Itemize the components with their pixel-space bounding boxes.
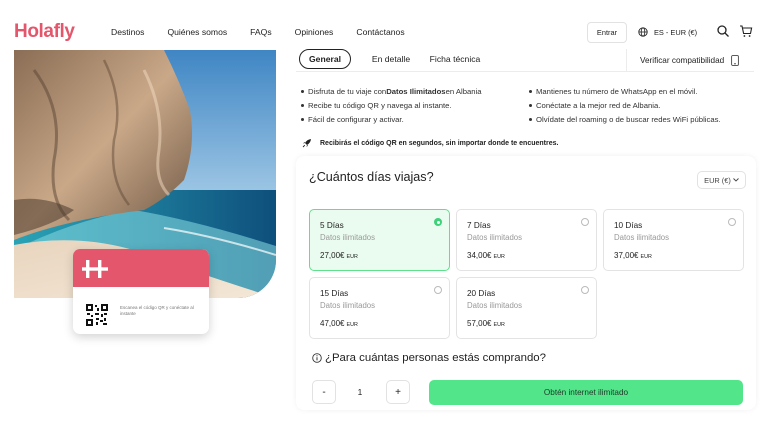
plan-title: 5 Días (320, 221, 344, 230)
plan-subtitle: Datos ilimitados (614, 233, 670, 242)
plan-price-currency: EUR (346, 254, 358, 260)
days-question: ¿Cuántos días viajas? (309, 170, 434, 184)
nav-quienes-somos[interactable]: Quiénes somos (167, 27, 227, 37)
esim-card-header (73, 249, 209, 287)
plan-radio[interactable] (434, 286, 442, 294)
feature-list-left: Disfruta de tu viaje con Datos Ilimitado… (301, 84, 482, 126)
plan-price-value: 37,00€ (614, 251, 639, 260)
plan-subtitle: Datos ilimitados (320, 301, 376, 310)
nav-destinos[interactable]: Destinos (111, 27, 144, 37)
people-question-text: ¿Para cuántas personas estás comprando? (325, 352, 546, 364)
cart-icon[interactable] (739, 24, 753, 38)
quantity-decrease-button[interactable]: - (312, 380, 336, 404)
verify-compatibility-label: Verificar compatibilidad (640, 55, 725, 65)
main-nav: Destinos Quiénes somos FAQs Opiniones Co… (111, 27, 428, 37)
search-icon[interactable] (716, 24, 730, 38)
language-currency-selector[interactable]: ES - EUR (€) (638, 27, 697, 37)
plan-price-currency: EUR (493, 254, 505, 260)
plan-price-value: 27,00€ (320, 251, 345, 260)
feature-highlight: Datos Ilimitados (386, 86, 446, 96)
login-button[interactable]: Entrar (587, 22, 627, 43)
quantity-increase-button[interactable]: + (386, 380, 410, 404)
product-tabs: General En detalle Ficha técnica (299, 49, 483, 69)
plan-price-currency: EUR (640, 254, 652, 260)
currency-select[interactable]: EUR (€) (697, 171, 746, 189)
plan-card-15-days[interactable]: 15 Días Datos ilimitados 47,00€ EUR (309, 277, 450, 339)
feature-item: Olvídate del roaming o de buscar redes W… (529, 112, 721, 126)
phone-check-icon (731, 54, 740, 66)
lang-currency-label: ES - EUR (€) (654, 27, 698, 37)
plan-title: 10 Días (614, 221, 643, 230)
feature-item: Disfruta de tu viaje con Datos Ilimitado… (301, 84, 482, 98)
feature-item: Recibe tu código QR y navega al instante… (301, 98, 482, 112)
chevron-down-icon (733, 178, 739, 182)
plan-card-5-days[interactable]: 5 Días Datos ilimitados 27,00€ EUR (309, 209, 450, 271)
plan-subtitle: Datos ilimitados (320, 233, 376, 242)
plan-price-currency: EUR (346, 322, 358, 328)
nav-opiniones[interactable]: Opiniones (295, 27, 334, 37)
plan-price-value: 34,00€ (467, 251, 492, 260)
plan-price-value: 47,00€ (320, 319, 345, 328)
rocket-icon (302, 139, 311, 148)
feature-list-right: Mantienes tu número de WhatsApp en el mó… (529, 84, 721, 126)
plan-price-currency: EUR (493, 322, 505, 328)
verify-compatibility-button[interactable]: Verificar compatibilidad (626, 49, 754, 71)
quantity-value[interactable]: 1 (352, 387, 368, 397)
feature-item: Conéctate a la mejor red de Albania. (529, 98, 721, 112)
feature-text: en Albania (445, 86, 482, 96)
plan-radio[interactable] (581, 218, 589, 226)
plan-card-20-days[interactable]: 20 Días Datos ilimitados 57,00€ EUR (456, 277, 597, 339)
tabs-divider (296, 71, 754, 72)
tab-general[interactable]: General (299, 49, 351, 69)
plan-title: 7 Días (467, 221, 491, 230)
esim-card-caption: Escanea el código QR y conéctate al inst… (120, 305, 194, 316)
plan-price-value: 57,00€ (467, 319, 492, 328)
globe-icon (638, 27, 648, 37)
get-unlimited-internet-button[interactable]: Obtén internet ilimitado (429, 380, 743, 405)
plan-price: 47,00€ EUR (320, 319, 358, 328)
plan-title: 20 Días (467, 289, 496, 298)
qr-note-text: Recibirás el código QR en segundos, sin … (320, 139, 559, 147)
info-icon[interactable] (312, 353, 322, 363)
plan-subtitle: Datos ilimitados (467, 233, 523, 242)
feature-item: Fácil de configurar y activar. (301, 112, 482, 126)
people-question: ¿Para cuántas personas estás comprando? (312, 352, 546, 364)
qr-delivery-note: Recibirás el código QR en segundos, sin … (302, 138, 558, 148)
qr-code-icon (86, 304, 108, 326)
feature-text: Disfruta de tu viaje con (308, 86, 387, 96)
feature-item: Mantienes tu número de WhatsApp en el mó… (529, 84, 721, 98)
tab-en-detalle[interactable]: En detalle (359, 49, 423, 69)
esim-card: Escanea el código QR y conéctate al inst… (73, 249, 209, 334)
nav-faqs[interactable]: FAQs (250, 27, 272, 37)
holafly-h-icon (82, 260, 108, 278)
plan-radio[interactable] (434, 218, 442, 226)
plan-card-7-days[interactable]: 7 Días Datos ilimitados 34,00€ EUR (456, 209, 597, 271)
plan-price: 57,00€ EUR (467, 319, 505, 328)
plan-card-10-days[interactable]: 10 Días Datos ilimitados 37,00€ EUR (603, 209, 744, 271)
plan-price: 34,00€ EUR (467, 251, 505, 260)
plan-title: 15 Días (320, 289, 349, 298)
plan-price: 27,00€ EUR (320, 251, 358, 260)
holafly-logo[interactable]: Holafly (14, 21, 75, 43)
plan-subtitle: Datos ilimitados (467, 301, 523, 310)
tab-ficha-tecnica[interactable]: Ficha técnica (427, 49, 483, 69)
plan-radio[interactable] (728, 218, 736, 226)
plan-radio[interactable] (581, 286, 589, 294)
top-header: Holafly Destinos Quiénes somos FAQs Opin… (0, 0, 768, 56)
nav-contactanos[interactable]: Contáctanos (356, 27, 404, 37)
plan-price: 37,00€ EUR (614, 251, 652, 260)
currency-select-value: EUR (€) (704, 175, 731, 185)
